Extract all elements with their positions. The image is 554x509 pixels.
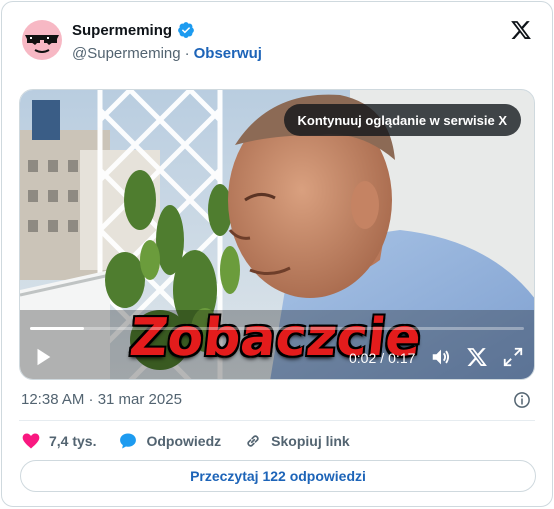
fullscreen-icon[interactable]	[502, 346, 524, 368]
name-row: Supermeming	[72, 21, 195, 39]
avatar[interactable]	[21, 19, 63, 61]
tweet-timestamp[interactable]: 12:38 AM · 31 mar 2025	[21, 391, 182, 408]
handle-separator: ·	[184, 45, 190, 62]
heart-icon	[22, 433, 40, 449]
reply-button[interactable]: Odpowiedz	[118, 431, 221, 451]
time-display: 0:02 / 0:17	[349, 350, 415, 366]
link-icon	[247, 435, 259, 447]
volume-icon[interactable]	[430, 346, 452, 368]
video-controls: 0:02 / 0:17	[20, 337, 534, 379]
duration: 0:17	[388, 350, 416, 366]
action-bar: 7,4 tys. Odpowiedz Skopiuj link	[21, 430, 372, 452]
continue-watching-button[interactable]: Kontynuuj oglądanie w serwisie X	[283, 104, 521, 136]
like-button[interactable]: 7,4 tys.	[21, 431, 96, 451]
x-small-icon[interactable]	[466, 346, 488, 368]
video-player[interactable]: Kontynuuj oglądanie w serwisie X Zobaczc…	[19, 89, 535, 380]
progress-bar[interactable]	[30, 327, 524, 330]
copy-link-label: Skopiuj link	[271, 433, 350, 449]
reply-bubble-icon	[120, 433, 137, 449]
play-icon[interactable]	[32, 346, 54, 368]
reply-label: Odpowiedz	[146, 433, 222, 449]
like-count: 7,4 tys.	[49, 433, 97, 449]
handle[interactable]: @Supermeming	[72, 45, 181, 62]
follow-button[interactable]: Obserwuj	[194, 45, 262, 62]
display-name[interactable]: Supermeming	[72, 22, 172, 39]
time-separator: /	[380, 350, 385, 366]
handle-row: @Supermeming · Obserwuj	[72, 45, 262, 62]
info-icon[interactable]	[513, 391, 531, 409]
tweet-card: Supermeming @Supermeming · Obserwuj Kont…	[1, 1, 553, 507]
read-replies-button[interactable]: Przeczytaj 122 odpowiedzi	[20, 460, 536, 492]
divider	[19, 420, 535, 421]
progress-fill	[30, 327, 85, 330]
copy-link-button[interactable]: Skopiuj link	[243, 431, 350, 451]
verified-badge-icon	[178, 22, 194, 38]
current-time: 0:02	[349, 350, 377, 366]
x-logo-icon[interactable]	[510, 19, 532, 41]
